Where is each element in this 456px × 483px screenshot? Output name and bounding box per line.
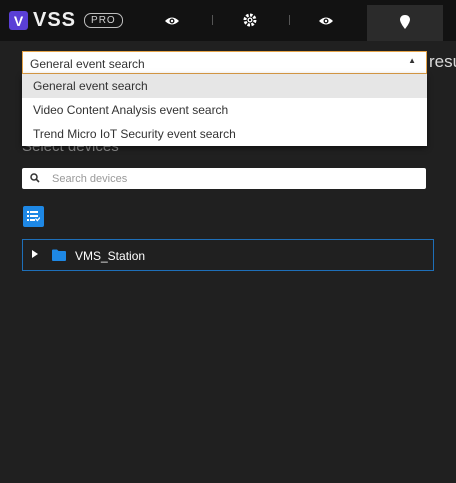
menu-item-general[interactable]: General event search — [22, 74, 427, 98]
gear-icon[interactable] — [242, 12, 258, 28]
search-icon — [30, 173, 40, 183]
logo-text: VSS — [33, 9, 77, 31]
logo-mark: V — [9, 11, 28, 30]
logo: V VSS PRO — [9, 9, 123, 32]
expand-arrow-icon[interactable] — [32, 250, 38, 258]
tab-divider — [289, 15, 290, 25]
caret-up-icon: ▲ — [408, 56, 416, 65]
results-label: resu — [429, 52, 456, 71]
tab-divider — [212, 15, 213, 25]
folder-icon — [52, 249, 66, 261]
device-tree-item[interactable]: VMS_Station — [22, 239, 434, 271]
search-input[interactable] — [52, 168, 412, 189]
menu-item-trend-micro[interactable]: Trend Micro IoT Security event search — [22, 122, 427, 146]
eye-icon[interactable] — [318, 14, 334, 26]
list-icon — [27, 211, 40, 222]
device-search[interactable] — [22, 168, 426, 189]
selected-value: General event search — [30, 57, 145, 71]
menu-item-vca[interactable]: Video Content Analysis event search — [22, 98, 427, 122]
pro-badge: PRO — [84, 13, 123, 28]
top-bar: V VSS PRO — [0, 0, 456, 41]
tree-item-label: VMS_Station — [75, 249, 146, 263]
eye-icon[interactable] — [164, 14, 180, 26]
event-search-menu: General event search Video Content Analy… — [22, 74, 427, 146]
event-search-select[interactable]: General event search ▲ — [22, 51, 427, 74]
tab-map[interactable] — [367, 5, 443, 41]
map-pin-icon — [400, 15, 410, 29]
list-view-button[interactable] — [23, 206, 44, 227]
